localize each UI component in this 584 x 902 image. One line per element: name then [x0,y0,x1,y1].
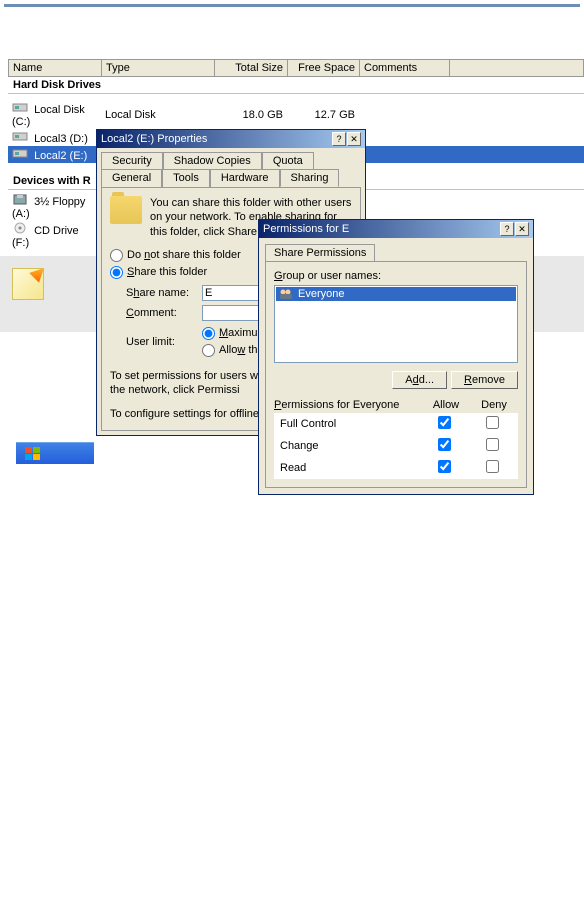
tab-shadow-copies[interactable]: Shadow Copies [163,152,262,169]
allow-label: Allow [422,399,470,411]
perm-name: Read [276,462,420,474]
drive-icon [12,130,28,142]
column-headers: Name Type Total Size Free Space Comments [8,59,584,77]
folder-share-icon [110,196,142,224]
no-share-label: Do not share this folder [127,249,241,261]
user-name: Everyone [298,288,344,300]
col-name[interactable]: Name [9,60,102,76]
close-button[interactable]: ✕ [515,222,529,236]
perm-name: Change [276,440,420,452]
properties-title: Local2 (E:) Properties [101,133,207,145]
user-limit-label: User limit: [126,336,198,348]
share-name-label: Share name: [126,287,198,299]
tab-tools[interactable]: Tools [162,169,210,187]
drive-name: Local3 (D:) [34,133,88,145]
drive-name: Local2 (E:) [34,150,87,162]
deny-checkbox[interactable] [486,438,499,451]
permissions-title: Permissions for E [263,223,349,235]
add-button[interactable]: Add... [392,371,447,389]
cd-icon [12,222,28,234]
drive-icon [12,101,28,113]
drive-icon [12,147,28,159]
tab-quota[interactable]: Quota [262,152,314,169]
group-icon [278,288,294,300]
permissions-list-header: Permissions for Everyone Allow Deny [274,397,518,413]
col-type[interactable]: Type [102,60,215,76]
permissions-content: Group or user names: Everyone Add... Rem… [265,261,527,488]
start-icon[interactable] [24,446,42,462]
allow-checkbox[interactable] [438,438,451,451]
remove-button[interactable]: Remove [451,371,518,389]
perms-for-label: Permissions for Everyone [274,399,422,411]
perm-row-read: Read [274,457,518,479]
allow-number-radio[interactable] [202,344,215,357]
taskbar[interactable] [16,442,94,464]
share-permissions-tab[interactable]: Share Permissions [265,244,375,261]
deny-checkbox[interactable] [486,460,499,473]
top-border [4,4,580,7]
perm-row-full-control: Full Control [274,413,518,435]
drive-size: 18.0 GB [214,109,287,121]
col-size[interactable]: Total Size [215,60,288,76]
deny-checkbox[interactable] [486,416,499,429]
note-icon [12,268,44,300]
tab-security[interactable]: Security [101,152,163,169]
deny-label: Deny [470,399,518,411]
no-share-radio[interactable] [110,249,123,262]
col-free[interactable]: Free Space [288,60,360,76]
tab-general[interactable]: General [101,169,162,187]
permissions-list: Full Control Change Read [274,413,518,479]
user-list[interactable]: Everyone [274,285,518,363]
col-comments[interactable]: Comments [360,60,450,76]
help-button[interactable]: ? [500,222,514,236]
allow-checkbox[interactable] [438,460,451,473]
drive-free: 12.7 GB [287,109,359,121]
floppy-icon [12,193,28,205]
drive-row-c[interactable]: Local Disk (C:) Local Disk 18.0 GB 12.7 … [8,100,584,129]
tab-hardware[interactable]: Hardware [210,169,280,187]
explorer-window: Name Type Total Size Free Space Comments… [8,59,584,250]
properties-titlebar[interactable]: Local2 (E:) Properties ? ✕ [97,130,365,148]
spacer [0,11,584,59]
help-button[interactable]: ? [332,132,346,146]
drive-type: Local Disk [101,109,214,121]
close-button[interactable]: ✕ [347,132,361,146]
group-users-label: Group or user names: [274,270,518,282]
share-label: Share this folder [127,266,207,278]
permissions-dialog: Permissions for E ? ✕ Share Permissions … [258,219,534,495]
perm-row-change: Change [274,435,518,457]
user-item-everyone[interactable]: Everyone [276,287,516,301]
permissions-titlebar[interactable]: Permissions for E ? ✕ [259,220,533,238]
tab-sharing[interactable]: Sharing [280,169,340,187]
perm-name: Full Control [276,418,420,430]
tabs-row-2: General Tools Hardware Sharing [97,169,365,187]
allow-checkbox[interactable] [438,416,451,429]
comment-label: Comment: [126,307,198,319]
share-radio[interactable] [110,266,123,279]
tabs-row-1: Security Shadow Copies Quota [97,148,365,169]
max-allowed-radio[interactable] [202,327,215,340]
hdd-group-header: Hard Disk Drives [8,77,584,94]
